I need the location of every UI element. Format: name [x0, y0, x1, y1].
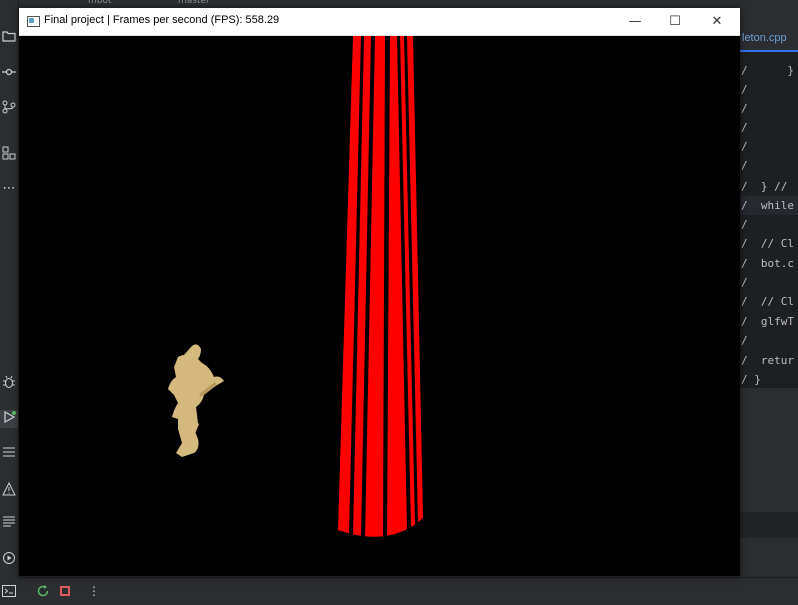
- code-line: / bot.c: [741, 257, 794, 270]
- window-titlebar[interactable]: Final project | Frames per second (FPS):…: [19, 8, 740, 36]
- character-model: [168, 344, 224, 457]
- editor-tab[interactable]: leton.cpp: [740, 28, 798, 52]
- editor-lower-panel: [740, 388, 798, 574]
- list-icon[interactable]: [0, 446, 18, 464]
- code-line: / while: [741, 196, 798, 215]
- terminal-icon[interactable]: [0, 585, 18, 603]
- more-vertical-icon[interactable]: ⋮: [88, 584, 100, 598]
- code-line: /: [741, 218, 748, 231]
- code-line: / g: [741, 121, 748, 134]
- code-line: /: [741, 83, 748, 96]
- code-line: /: [741, 276, 748, 289]
- app-icon: [27, 16, 40, 27]
- code-line: / // Cl: [741, 295, 794, 308]
- code-line: / retur: [741, 354, 794, 367]
- ide-tool-strip: ⋯: [0, 0, 19, 604]
- structure-icon[interactable]: [0, 146, 18, 164]
- close-button[interactable]: ✕: [697, 8, 737, 35]
- code-line: / }: [741, 64, 794, 77]
- branches-icon[interactable]: [0, 100, 18, 118]
- ide-top-tab[interactable]: mbot: [88, 0, 112, 6]
- play-circle-icon[interactable]: [0, 551, 18, 569]
- code-line: /: [741, 334, 748, 347]
- ide-top-tab[interactable]: master: [178, 0, 210, 6]
- window-title: Final project | Frames per second (FPS):…: [44, 14, 280, 26]
- editor-tab-label: leton.cpp: [742, 32, 787, 44]
- code-line: / } //: [741, 180, 788, 193]
- maximize-button[interactable]: ☐: [655, 8, 695, 35]
- folder-icon[interactable]: [0, 30, 18, 48]
- log-icon[interactable]: [0, 516, 18, 534]
- render-viewport[interactable]: [19, 36, 740, 576]
- code-line: / /: [741, 102, 748, 115]
- warning-icon[interactable]: [0, 481, 18, 500]
- commit-icon[interactable]: [0, 66, 18, 84]
- opengl-window: Final project | Frames per second (FPS):…: [19, 8, 740, 576]
- run-toolbar: ⋮: [18, 577, 798, 605]
- code-line: / }: [741, 373, 761, 386]
- run-icon[interactable]: [0, 410, 18, 428]
- minimize-button[interactable]: —: [615, 8, 655, 35]
- editor-divider-band: [740, 512, 798, 538]
- scene-render: [168, 36, 423, 542]
- debug-icon[interactable]: [0, 375, 18, 393]
- code-line: /: [741, 159, 748, 172]
- code-line: / // Cl: [741, 237, 794, 250]
- rerun-icon[interactable]: [36, 584, 50, 598]
- code-line: / g: [741, 140, 748, 153]
- stop-icon[interactable]: [60, 586, 70, 596]
- red-beam: [338, 36, 423, 542]
- code-line: / glfwT: [741, 315, 794, 328]
- more-icon[interactable]: ⋯: [0, 180, 18, 198]
